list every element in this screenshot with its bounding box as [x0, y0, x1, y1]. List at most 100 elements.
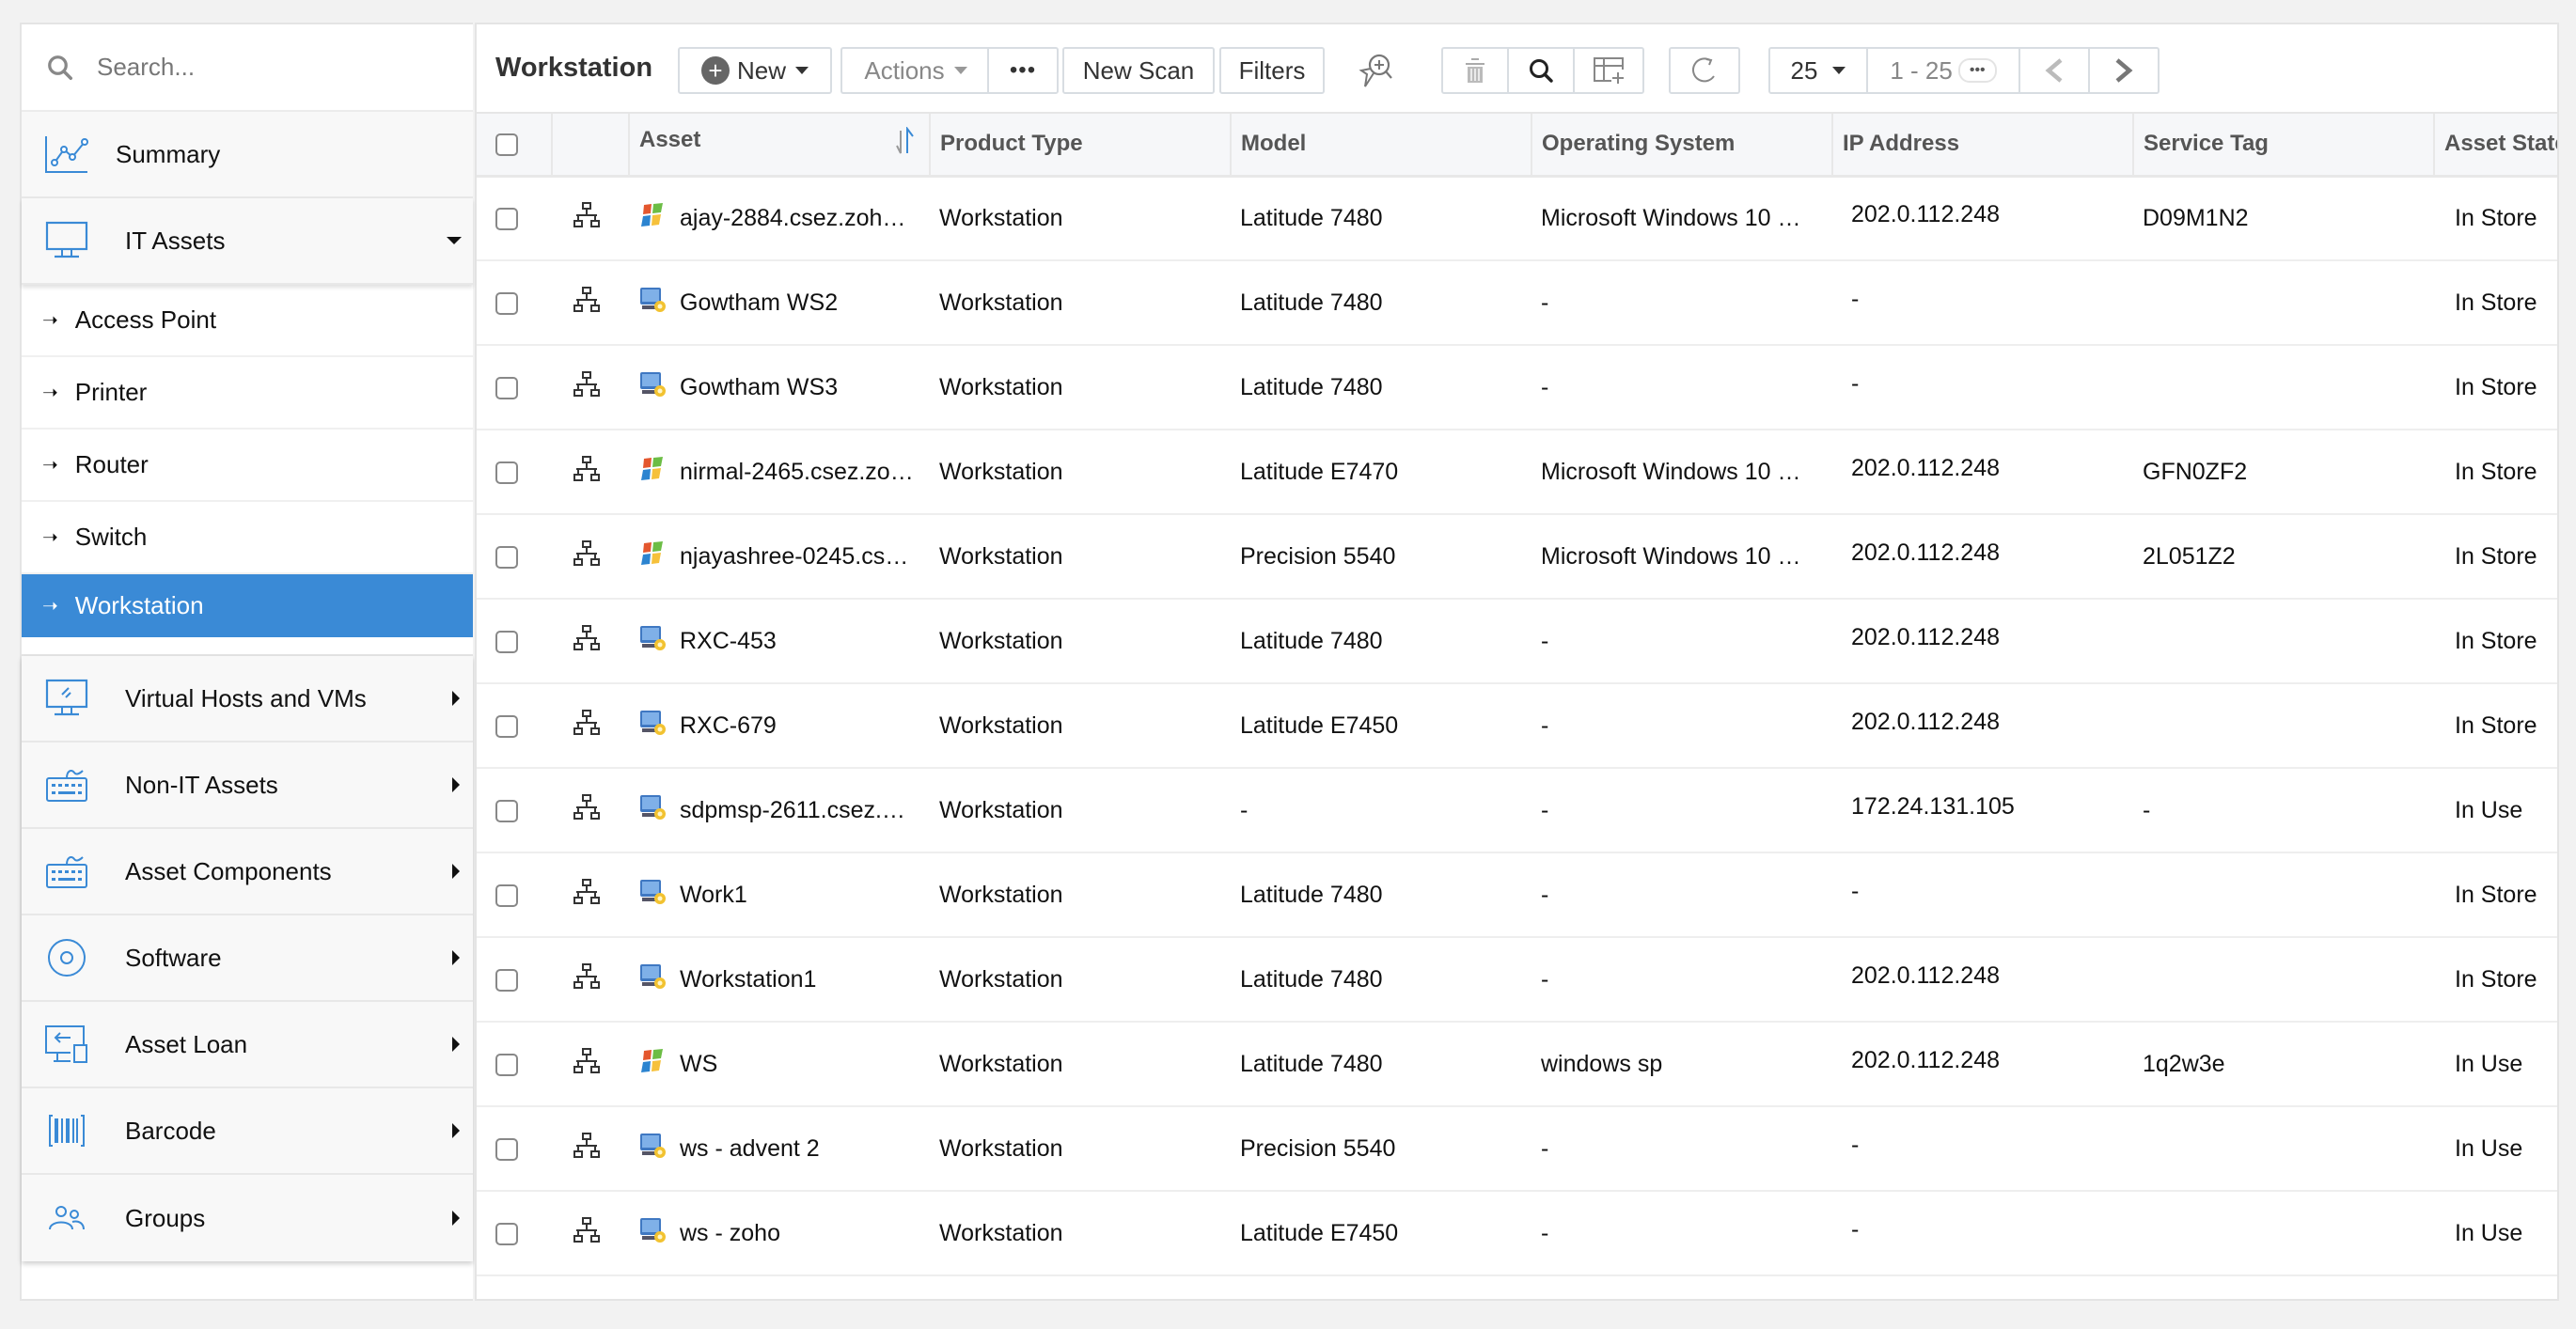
table-row[interactable]: ws - zoho Workstation Latitude E7450 - -… — [477, 1187, 2557, 1276]
asset-name-link[interactable]: Work1 — [680, 882, 747, 909]
refresh-button[interactable] — [1669, 47, 1740, 94]
table-row[interactable]: sdpmsp-2611.csez.… Workstation - - 172.2… — [477, 764, 2557, 853]
sidebar-subitem-workstation[interactable]: ➝ Workstation — [22, 574, 473, 637]
sidebar-item-software[interactable]: Software — [22, 915, 473, 1002]
asset-name-link[interactable]: Gowtham WS2 — [680, 289, 838, 317]
network-topology-icon[interactable] — [573, 962, 601, 991]
next-page-button[interactable] — [2088, 47, 2160, 94]
column-header-ip-address[interactable]: IP Address — [1832, 114, 2134, 178]
sidebar-item-it-assets[interactable]: IT Assets — [22, 198, 473, 285]
filters-button[interactable]: Filters — [1219, 47, 1325, 94]
zoom-search-button[interactable] — [1349, 47, 1406, 94]
page-range-more-button[interactable]: ••• — [1957, 58, 1997, 83]
actions-button[interactable]: Actions — [840, 47, 989, 94]
network-topology-icon[interactable] — [573, 709, 601, 737]
table-row[interactable]: ajay-2884.csez.zoh… Workstation Latitude… — [477, 172, 2557, 261]
network-topology-icon[interactable] — [573, 1047, 601, 1075]
sidebar-subitem-router[interactable]: ➝ Router — [22, 430, 473, 502]
new-scan-button[interactable]: New Scan — [1062, 47, 1215, 94]
chevron-down-icon[interactable] — [447, 237, 462, 244]
network-topology-icon[interactable] — [573, 1216, 601, 1244]
table-row[interactable]: RXC-453 Workstation Latitude 7480 - 202.… — [477, 595, 2557, 684]
network-topology-icon[interactable] — [573, 201, 601, 229]
keyboard-icon — [44, 851, 89, 892]
service-tag-cell: 1q2w3e — [2133, 1022, 2434, 1107]
asset-name-link[interactable]: sdpmsp-2611.csez.… — [680, 797, 905, 824]
network-topology-icon[interactable] — [573, 624, 601, 652]
network-topology-icon[interactable] — [573, 370, 601, 399]
caret-down-icon — [1832, 67, 1846, 74]
sidebar-item-virtual-hosts[interactable]: Virtual Hosts and VMs — [22, 656, 473, 743]
row-checkbox[interactable] — [495, 968, 518, 992]
page-size-select[interactable]: 25 — [1768, 47, 1868, 94]
sidebar-subitem-printer[interactable]: ➝ Printer — [22, 357, 473, 430]
table-row[interactable]: Workstation1 Workstation Latitude 7480 -… — [477, 933, 2557, 1023]
sidebar-item-asset-loan[interactable]: Asset Loan — [22, 1002, 473, 1088]
row-checkbox[interactable] — [495, 1222, 518, 1245]
table-row[interactable]: Work1 Workstation Latitude 7480 - - In S… — [477, 849, 2557, 938]
row-checkbox[interactable] — [495, 883, 518, 907]
table-row[interactable]: ws - advent 2 Workstation Precision 5540… — [477, 1102, 2557, 1192]
row-checkbox[interactable] — [495, 291, 518, 315]
row-tree-cell — [552, 514, 629, 600]
column-header-product-type[interactable]: Product Type — [930, 114, 1232, 178]
network-topology-icon[interactable] — [573, 539, 601, 568]
row-checkbox[interactable] — [495, 208, 518, 231]
select-all-checkbox[interactable] — [495, 133, 518, 156]
column-header-asset-state[interactable]: Asset State — [2434, 114, 2557, 178]
row-checkbox[interactable] — [495, 545, 518, 569]
sidebar-item-groups[interactable]: Groups — [22, 1175, 473, 1261]
new-button[interactable]: + New — [678, 47, 832, 94]
more-actions-button[interactable]: ••• — [987, 47, 1059, 94]
delete-button[interactable] — [1441, 47, 1509, 94]
table-row[interactable]: njayashree-0245.cs… Workstation Precisio… — [477, 510, 2557, 600]
sidebar-item-barcode[interactable]: Barcode — [22, 1088, 473, 1175]
search-button[interactable] — [1507, 47, 1575, 94]
table-row[interactable]: Gowtham WS3 Workstation Latitude 7480 - … — [477, 341, 2557, 430]
row-checkbox[interactable] — [495, 376, 518, 399]
asset-name-link[interactable]: ajay-2884.csez.zoh… — [680, 205, 905, 232]
prev-page-button[interactable] — [2018, 47, 2090, 94]
row-checkbox[interactable] — [495, 461, 518, 484]
asset-name-link[interactable]: RXC-453 — [680, 628, 777, 655]
sidebar-item-label: Summary — [116, 139, 221, 168]
column-header-model[interactable]: Model — [1231, 114, 1532, 178]
row-checkbox[interactable] — [495, 799, 518, 822]
network-topology-icon[interactable] — [573, 455, 601, 483]
network-topology-icon[interactable] — [573, 286, 601, 314]
column-header-operating-system[interactable]: Operating System — [1531, 114, 1833, 178]
column-header-service-tag[interactable]: Service Tag — [2133, 114, 2435, 178]
row-checkbox[interactable] — [495, 1053, 518, 1076]
network-topology-icon[interactable] — [573, 1132, 601, 1160]
operating-system-cell: - — [1531, 683, 1832, 769]
chevron-right-icon — [452, 777, 460, 792]
sidebar-subitem-switch[interactable]: ➝ Switch — [22, 502, 473, 574]
asset-name-link[interactable]: WS — [680, 1051, 717, 1078]
asset-name-link[interactable]: RXC-679 — [680, 712, 777, 740]
table-row[interactable]: nirmal-2465.csez.zo… Workstation Latitud… — [477, 426, 2557, 515]
column-header-asset[interactable]: Asset — [629, 114, 931, 178]
table-row[interactable]: Gowtham WS2 Workstation Latitude 7480 - … — [477, 257, 2557, 346]
asset-name-link[interactable]: ws - zoho — [680, 1220, 780, 1247]
sidebar-subitem-access-point[interactable]: ➝ Access Point — [22, 285, 473, 357]
asset-name-link[interactable]: nirmal-2465.csez.zo… — [680, 459, 914, 486]
sort-icon[interactable] — [893, 125, 916, 162]
table-row[interactable]: WS Workstation Latitude 7480 windows sp … — [477, 1018, 2557, 1107]
network-topology-icon[interactable] — [573, 878, 601, 906]
row-checkbox[interactable] — [495, 714, 518, 738]
asset-name-link[interactable]: Workstation1 — [680, 966, 816, 993]
row-checkbox[interactable] — [495, 630, 518, 653]
table-row[interactable]: RXC-679 Workstation Latitude E7450 - 202… — [477, 680, 2557, 769]
asset-name-link[interactable]: ws - advent 2 — [680, 1135, 820, 1163]
sidebar-search-input[interactable] — [97, 53, 454, 82]
sidebar-item-asset-components[interactable]: Asset Components — [22, 829, 473, 915]
network-topology-icon[interactable] — [573, 793, 601, 821]
sidebar-item-summary[interactable]: Summary — [22, 112, 473, 198]
service-tag-cell: D09M1N2 — [2133, 176, 2434, 261]
row-checkbox[interactable] — [495, 1137, 518, 1161]
asset-name-link[interactable]: Gowtham WS3 — [680, 374, 838, 401]
asset-name-link[interactable]: njayashree-0245.cs… — [680, 543, 908, 571]
add-column-button[interactable] — [1573, 47, 1644, 94]
page-title: Workstation — [495, 53, 653, 83]
sidebar-item-non-it-assets[interactable]: Non-IT Assets — [22, 743, 473, 829]
